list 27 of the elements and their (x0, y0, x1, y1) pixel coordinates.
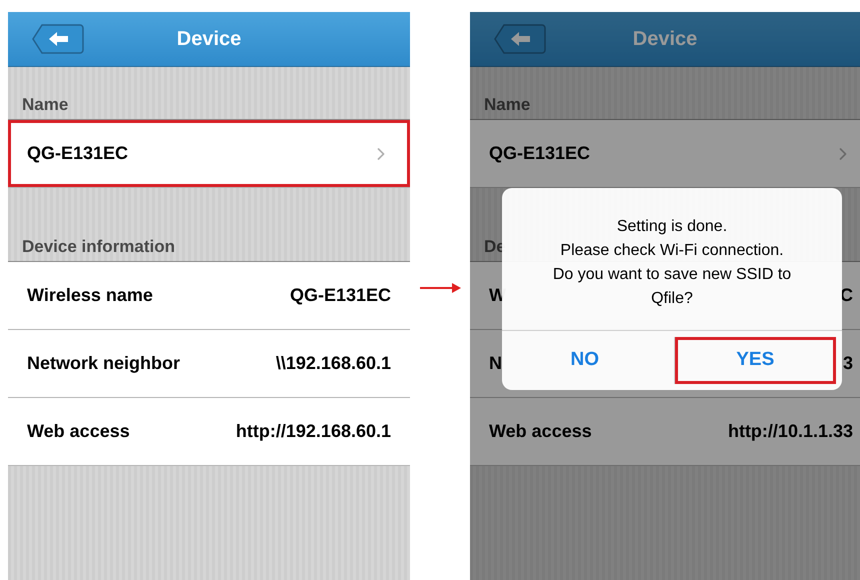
row-label: N (489, 352, 502, 375)
row-label: Web access (27, 420, 130, 443)
row-value: http://10.1.1.33 (728, 420, 853, 443)
back-button[interactable] (494, 23, 546, 55)
row-label: Network neighbor (27, 352, 180, 375)
screen-title: Device (632, 27, 698, 52)
row-label: Wireless name (27, 284, 153, 307)
dialog-message: Setting is done. Please check Wi-Fi connection. Do you want to save new SSID to Qfile? (552, 217, 792, 309)
dialog-button[interactable]: NO (504, 333, 666, 388)
row-value: 3 (842, 352, 853, 375)
section-header: Name (22, 94, 68, 116)
section-header: Device information (22, 236, 176, 258)
row-label: Web access (489, 420, 592, 443)
dialog-button[interactable]: YES (674, 337, 836, 384)
back-arrow-icon (32, 23, 84, 55)
section-header: Name (484, 94, 530, 116)
row-label: QG-E131EC (489, 142, 590, 165)
back-arrow-icon (494, 23, 546, 55)
row-value: QG-E131EC (290, 284, 391, 307)
row-label: QG-E131EC (27, 142, 128, 165)
row-value: http://192.168.60.1 (236, 420, 391, 443)
pointer-arrow (418, 282, 462, 294)
row-value: \\192.168.60.1 (276, 352, 391, 375)
list-row[interactable]: QG-E131EC (8, 120, 410, 188)
screen-title: Device (176, 27, 242, 52)
list-row[interactable]: QG-E131EC (470, 120, 860, 188)
back-button[interactable] (32, 23, 84, 55)
